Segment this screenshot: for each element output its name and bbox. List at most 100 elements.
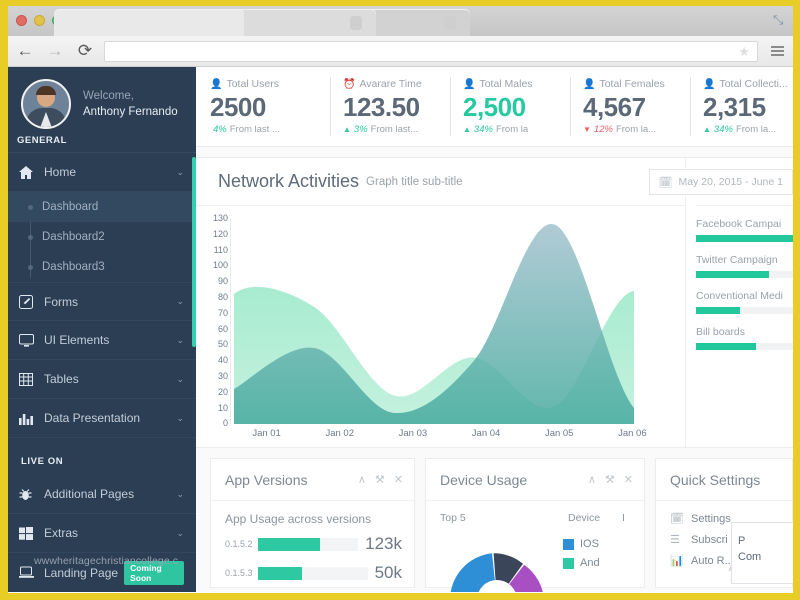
stat-percent: 4% bbox=[213, 124, 227, 135]
stat-foot-label: From la bbox=[496, 124, 528, 135]
sidebar-subitem-label: Dashboard bbox=[42, 201, 98, 213]
stats-strip: 👤Total Users 2500 4%From last ... ⏰Avara… bbox=[196, 67, 793, 147]
collapse-icon[interactable]: ∧ bbox=[358, 473, 366, 486]
sidebar-item-label: Landing Page bbox=[40, 566, 118, 580]
chevron-down-icon: ⌄ bbox=[176, 413, 184, 424]
user-icon: 👤 bbox=[583, 79, 595, 90]
chart-svg bbox=[230, 218, 682, 424]
y-tick-label: 10 bbox=[206, 404, 228, 413]
sidebar-item-label: Tables bbox=[40, 372, 176, 386]
y-tick-label: 70 bbox=[206, 309, 228, 318]
sidebar-subitem-dashboard3[interactable]: Dashboard3 bbox=[8, 252, 196, 282]
stat-title: 👤Total Collecti... bbox=[703, 78, 793, 90]
chart-header: Network Activities Graph title sub-title bbox=[196, 158, 685, 206]
reload-button[interactable]: ⟳ bbox=[72, 38, 98, 64]
sidebar-item-additional-pages[interactable]: Additional Pages ⌄ bbox=[8, 475, 196, 514]
trend-up-icon: ▲ bbox=[343, 125, 351, 134]
x-tick-label: Jan 05 bbox=[545, 428, 574, 439]
panel-title: Quick Settings bbox=[670, 472, 781, 488]
collapse-icon[interactable]: ∧ bbox=[588, 473, 596, 486]
address-bar[interactable]: ★ bbox=[104, 41, 758, 62]
sidebar-item-ui-elements[interactable]: UI Elements ⌄ bbox=[8, 321, 196, 360]
stat-footer: 4%From last ... bbox=[210, 124, 330, 135]
bookmark-star-icon[interactable]: ★ bbox=[738, 45, 750, 59]
main-content: 👤Total Users 2500 4%From last ... ⏰Avara… bbox=[196, 67, 793, 592]
sidebar-item-forms[interactable]: Forms ⌄ bbox=[8, 282, 196, 321]
sidebar-submenu: Dashboard Dashboard2 Dashboard3 bbox=[8, 192, 196, 282]
dialog-fragment[interactable]: P Com bbox=[731, 522, 793, 584]
app-versions-panel: App Versions ∧ ⚒ ✕ App Usage across vers… bbox=[210, 458, 415, 588]
y-tick-label: 40 bbox=[206, 356, 228, 365]
stat-card-total-users[interactable]: 👤Total Users 2500 4%From last ... bbox=[210, 67, 330, 146]
app-version-row[interactable]: 0.1.5.3 50k bbox=[225, 563, 402, 583]
sidebar-general-label: GENERAL bbox=[17, 135, 67, 146]
close-window-button[interactable] bbox=[16, 15, 27, 26]
chart-y-axis: 130 120 110 100 90 80 70 60 50 40 30 bbox=[204, 218, 228, 424]
chart-subtitle: Graph title sub-title bbox=[366, 176, 463, 188]
y-tick-label: 30 bbox=[206, 372, 228, 381]
chevron-down-icon: ⌄ bbox=[176, 296, 184, 307]
user-name: Anthony Fernando bbox=[83, 104, 178, 121]
stat-card-average-time[interactable]: ⏰Avarare Time 123.50 ▲3%From last... bbox=[330, 67, 450, 146]
bottom-panels: App Versions ∧ ⚒ ✕ App Usage across vers… bbox=[196, 448, 793, 588]
forward-button[interactable]: → bbox=[42, 38, 68, 64]
chevron-down-icon: ⌄ bbox=[176, 489, 184, 500]
legend-swatch bbox=[563, 558, 574, 569]
app-versions-subtitle: App Usage across versions bbox=[225, 512, 402, 526]
y-tick-label: 90 bbox=[206, 277, 228, 286]
campaign-row[interactable]: Facebook Campai bbox=[696, 218, 793, 242]
stat-foot-label: From la... bbox=[736, 124, 776, 135]
minimize-window-button[interactable] bbox=[34, 15, 45, 26]
browser-nav-bar: ← → ⟳ ★ bbox=[8, 36, 793, 67]
y-tick-label: 20 bbox=[206, 388, 228, 397]
y-tick-label: 0 bbox=[206, 419, 228, 428]
legend-item[interactable]: IOS bbox=[563, 538, 600, 550]
wrench-icon[interactable]: ⚒ bbox=[375, 473, 385, 486]
device-donut-region: IOS And bbox=[440, 530, 632, 592]
stat-percent: 12% bbox=[594, 124, 613, 135]
sidebar-subitem-dashboard[interactable]: Dashboard bbox=[8, 192, 196, 222]
sidebar-subitem-label: Dashboard2 bbox=[42, 231, 105, 243]
y-tick-label: 110 bbox=[206, 246, 228, 255]
campaign-row[interactable]: Conventional Medi bbox=[696, 290, 793, 314]
expand-icon[interactable]: ⤡ bbox=[773, 13, 787, 27]
area-chart[interactable]: 130 120 110 100 90 80 70 60 50 40 30 bbox=[196, 206, 685, 448]
calendar-icon: 🗓 bbox=[659, 176, 673, 189]
browser-tab-active[interactable] bbox=[54, 9, 244, 36]
sidebar-item-label: Data Presentation bbox=[40, 411, 176, 425]
y-tick-label: 120 bbox=[206, 230, 228, 239]
device-pie-chart[interactable] bbox=[440, 530, 555, 592]
browser-window: ⤡ ← → ⟳ ★ Welcome, bbox=[8, 6, 793, 593]
campaign-row[interactable]: Twitter Campaign bbox=[696, 254, 793, 278]
app-version-value: 50k bbox=[375, 563, 402, 583]
dialog-line-1: P bbox=[738, 533, 793, 549]
campaign-row[interactable]: Bill boards bbox=[696, 326, 793, 350]
sidebar-item-tables[interactable]: Tables ⌄ bbox=[8, 360, 196, 399]
welcome-label: Welcome, bbox=[83, 88, 178, 104]
app-version-track bbox=[258, 538, 358, 551]
back-button[interactable]: ← bbox=[12, 38, 38, 64]
date-range-picker[interactable]: 🗓 May 20, 2015 - June 1 bbox=[649, 169, 793, 195]
quick-settings-label: Settings bbox=[691, 513, 731, 525]
sidebar-item-extras[interactable]: Extras ⌄ bbox=[8, 514, 196, 553]
stat-card-total-females[interactable]: 👤Total Females 4,567 ▼12%From la... bbox=[570, 67, 690, 146]
windows-icon bbox=[19, 527, 40, 540]
stat-card-total-males[interactable]: 👤Total Males 2,500 ▲34%From la bbox=[450, 67, 570, 146]
app-version-row[interactable]: 0.1.5.2 123k bbox=[225, 534, 402, 554]
browser-menu-icon[interactable] bbox=[765, 46, 789, 56]
chart-icon: 📊 bbox=[670, 554, 683, 567]
campaign-progress-fill bbox=[696, 235, 793, 242]
tab-favicon-icon bbox=[350, 16, 362, 30]
sidebar-subitem-dashboard2[interactable]: Dashboard2 bbox=[8, 222, 196, 252]
close-icon[interactable]: ✕ bbox=[624, 473, 633, 486]
stat-card-total-collections[interactable]: 👤Total Collecti... 2,315 ▲34%From la... bbox=[690, 67, 793, 146]
sidebar-item-home[interactable]: Home ⌄ bbox=[8, 153, 196, 192]
url-input[interactable] bbox=[105, 42, 757, 61]
trend-down-icon: ▼ bbox=[583, 125, 591, 134]
dialog-line-2: Com bbox=[738, 549, 793, 565]
wrench-icon[interactable]: ⚒ bbox=[605, 473, 615, 486]
avatar[interactable] bbox=[21, 79, 71, 129]
legend-item[interactable]: And bbox=[563, 557, 600, 569]
sidebar-item-data-presentation[interactable]: Data Presentation ⌄ bbox=[8, 399, 196, 438]
close-icon[interactable]: ✕ bbox=[394, 473, 403, 486]
